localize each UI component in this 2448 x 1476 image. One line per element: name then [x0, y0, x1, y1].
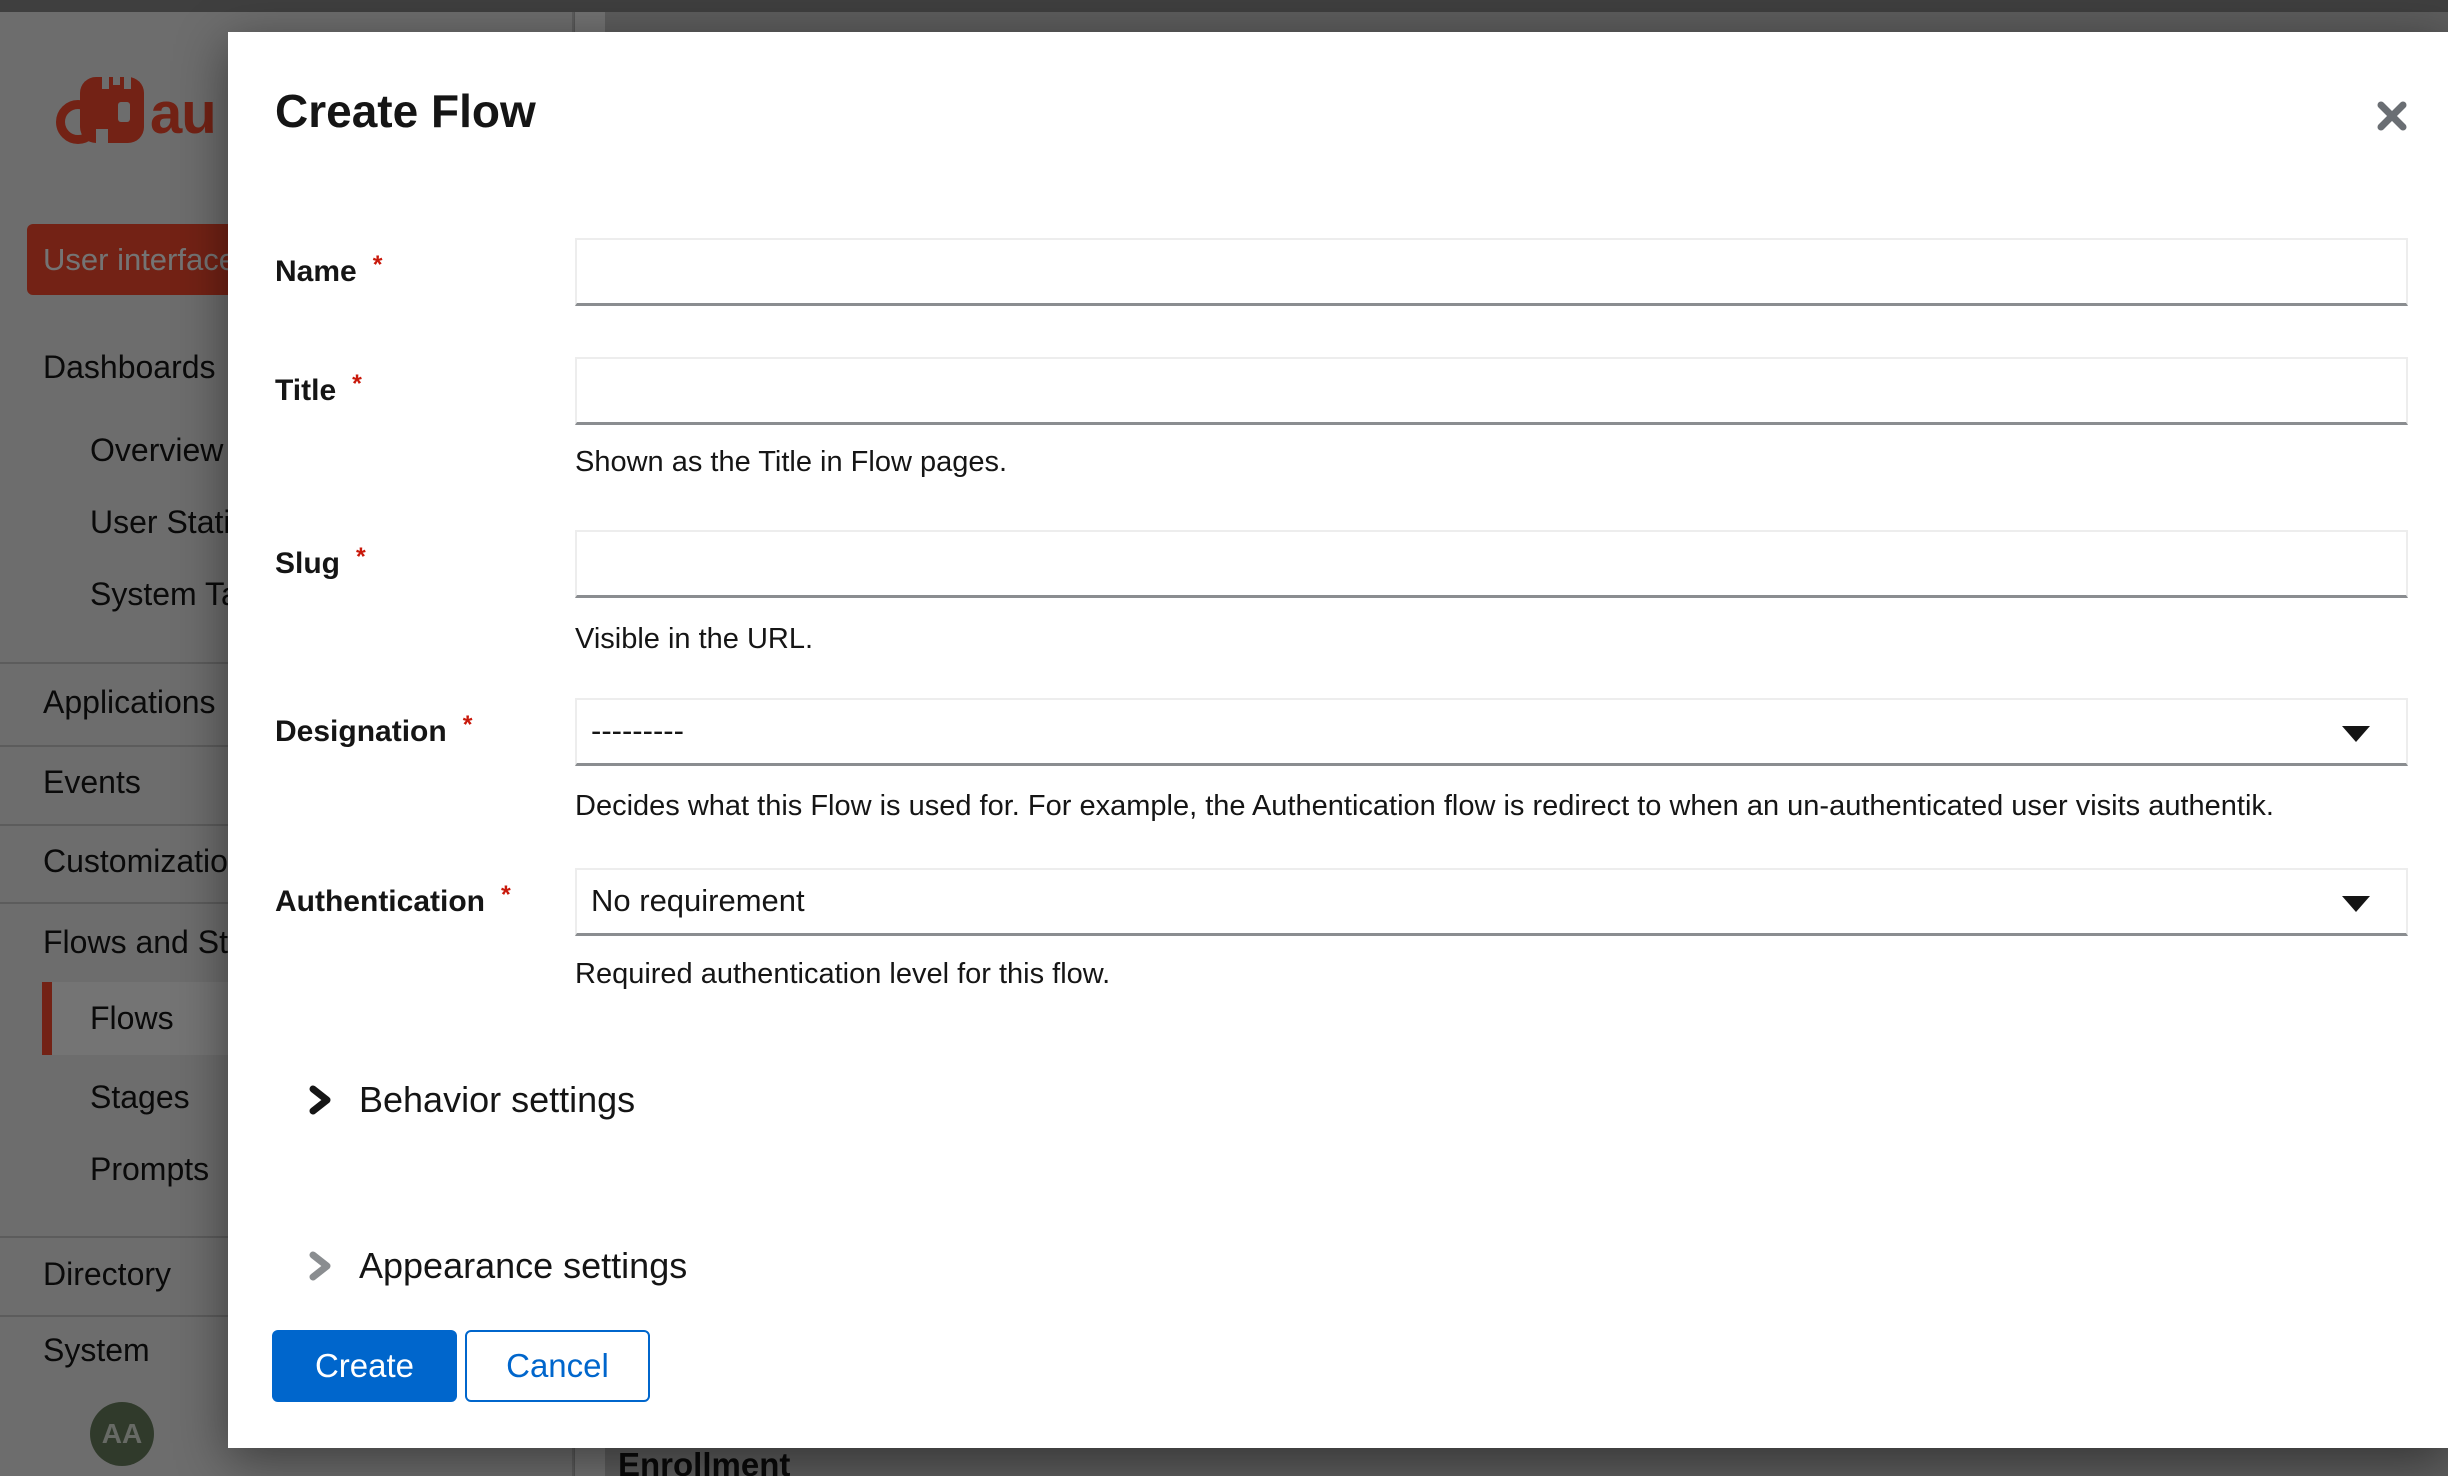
designation-help-text: Decides what this Flow is used for. For … — [575, 788, 2274, 824]
designation-select-value: --------- — [591, 700, 684, 762]
required-asterisk: * — [463, 711, 473, 739]
close-icon — [2366, 90, 2418, 142]
create-button[interactable]: Create — [272, 1330, 457, 1402]
close-button[interactable] — [2366, 90, 2418, 142]
behavior-settings-label: Behavior settings — [359, 1079, 635, 1121]
slug-label: Slug* — [275, 546, 366, 583]
designation-label: Designation* — [275, 714, 472, 751]
modal-title: Create Flow — [275, 84, 536, 139]
title-help-text: Shown as the Title in Flow pages. — [575, 444, 1007, 480]
create-flow-modal: Create Flow Name* Title* Shown as the Ti… — [228, 32, 2448, 1448]
required-asterisk: * — [501, 881, 511, 909]
screen: au User interface Dashboards Overview Us… — [0, 0, 2448, 1476]
chevron-right-icon — [307, 1248, 333, 1284]
required-asterisk: * — [352, 370, 362, 398]
slug-help-text: Visible in the URL. — [575, 621, 813, 657]
authentication-select[interactable]: No requirement — [575, 868, 2408, 936]
appearance-settings-label: Appearance settings — [359, 1245, 687, 1287]
name-input[interactable] — [575, 238, 2408, 306]
slug-input[interactable] — [575, 530, 2408, 598]
required-asterisk: * — [356, 543, 366, 571]
authentication-select-value: No requirement — [591, 870, 805, 932]
appearance-settings-toggle[interactable]: Appearance settings — [307, 1242, 687, 1290]
title-input[interactable] — [575, 357, 2408, 425]
authentication-label: Authentication* — [275, 884, 511, 921]
title-label: Title* — [275, 373, 362, 410]
behavior-settings-toggle[interactable]: Behavior settings — [307, 1076, 635, 1124]
name-label: Name* — [275, 254, 382, 291]
caret-down-icon — [2342, 726, 2370, 742]
cancel-button[interactable]: Cancel — [465, 1330, 650, 1402]
designation-select[interactable]: --------- — [575, 698, 2408, 766]
caret-down-icon — [2342, 896, 2370, 912]
required-asterisk: * — [373, 251, 383, 279]
chevron-right-icon — [307, 1082, 333, 1118]
authentication-help-text: Required authentication level for this f… — [575, 956, 1110, 992]
